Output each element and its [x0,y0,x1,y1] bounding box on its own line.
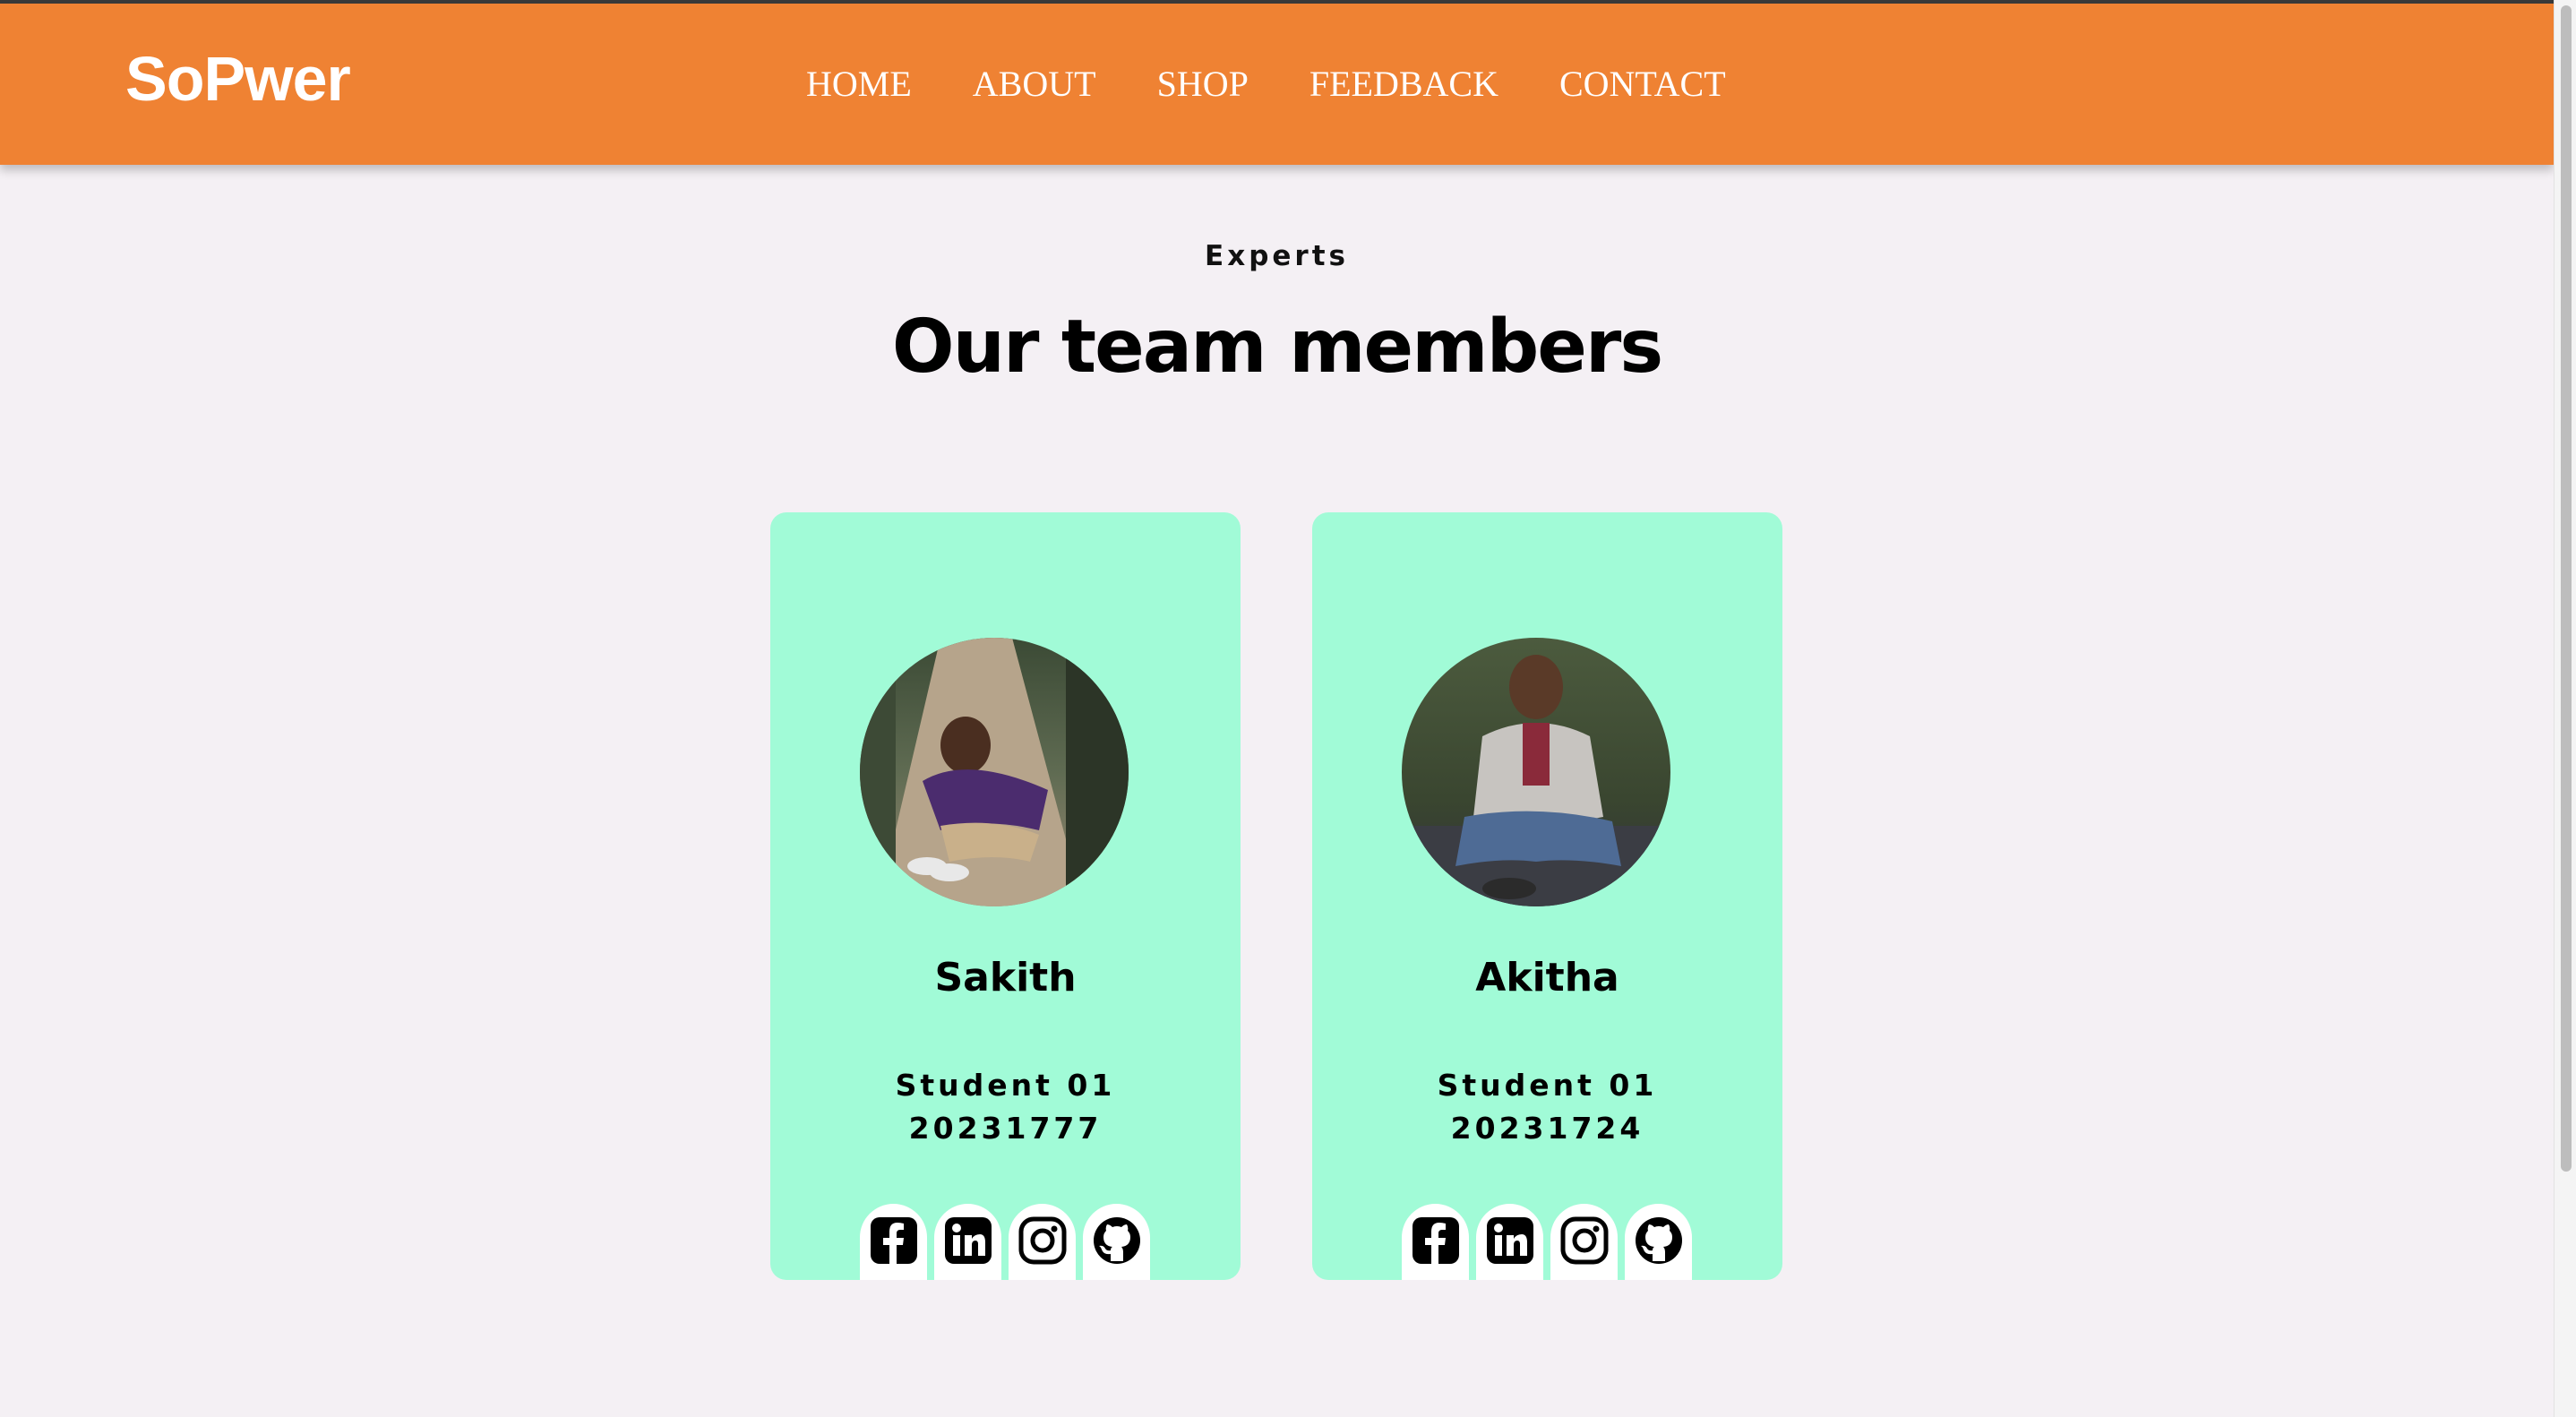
brand-logo[interactable]: SoPwer [125,43,351,115]
instagram-link[interactable] [1550,1204,1618,1280]
instagram-link[interactable] [1009,1204,1076,1280]
nav-shop[interactable]: SHOP [1157,66,1249,102]
team-card-sakith: Sakith Student 01 20231777 [770,512,1241,1280]
main-nav: HOME ABOUT SHOP FEEDBACK CONTACT [806,66,1787,102]
facebook-link[interactable] [860,1204,927,1280]
instagram-icon [1560,1216,1608,1265]
linkedin-link[interactable] [934,1204,1001,1280]
facebook-icon [870,1217,917,1264]
github-link[interactable] [1625,1204,1692,1280]
facebook-icon [1412,1217,1459,1264]
section-eyebrow: Experts [1205,240,1349,272]
linkedin-icon [1486,1217,1533,1264]
member-name: Sakith [934,955,1077,1000]
member-role: Student 01 [895,1068,1116,1103]
linkedin-icon [944,1217,992,1264]
team-card-akitha: Akitha Student 01 20231724 [1312,512,1782,1280]
github-link[interactable] [1083,1204,1150,1280]
instagram-icon [1018,1216,1066,1265]
linkedin-link[interactable] [1476,1204,1543,1280]
member-name: Akitha [1475,955,1619,1000]
nav-about[interactable]: ABOUT [973,66,1096,102]
member-student-id: 20231724 [1450,1111,1644,1146]
vertical-scrollbar-thumb[interactable] [2561,5,2572,1172]
member-role: Student 01 [1437,1068,1658,1103]
nav-feedback[interactable]: FEEDBACK [1309,66,1498,102]
social-links [860,1204,1150,1280]
github-icon [1635,1217,1682,1264]
social-links [1402,1204,1692,1280]
avatar [1402,638,1670,906]
avatar [860,638,1129,906]
facebook-link[interactable] [1402,1204,1469,1280]
member-student-id: 20231777 [908,1111,1103,1146]
nav-home[interactable]: HOME [806,66,912,102]
section-heading: Our team members [891,305,1663,390]
nav-contact[interactable]: CONTACT [1559,66,1726,102]
site-header: SoPwer HOME ABOUT SHOP FEEDBACK CONTACT [0,4,2554,165]
github-icon [1093,1217,1140,1264]
